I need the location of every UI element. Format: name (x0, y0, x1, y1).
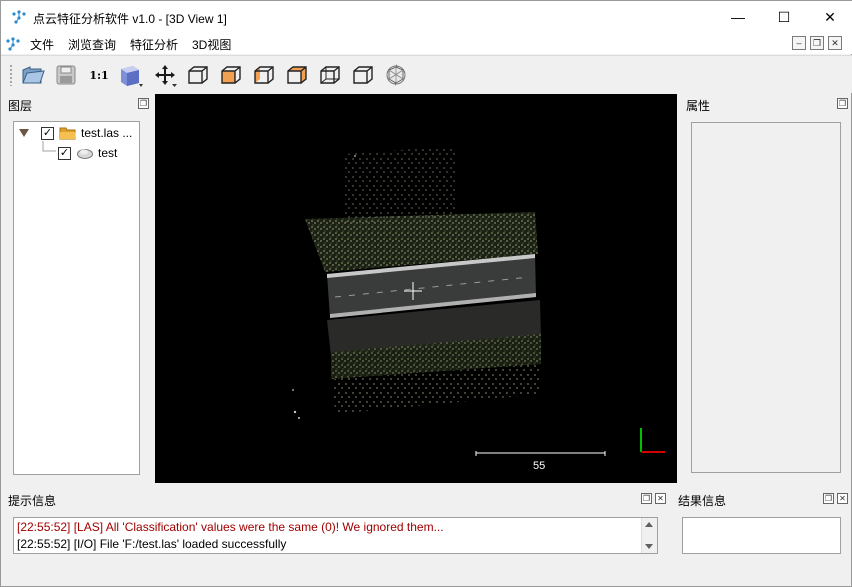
folder-open-icon (22, 66, 45, 84)
pan-button[interactable] (151, 61, 179, 89)
view-right-button[interactable] (283, 61, 311, 89)
zoom-1-1-button[interactable]: 1:1 (85, 61, 113, 89)
console-log: [22:55:52] [LAS] All 'Classification' va… (13, 517, 658, 554)
folder-icon (59, 127, 76, 140)
point-cloud (292, 146, 665, 456)
cube-view-icon (353, 66, 373, 84)
console-dock-title: 提示信息 (8, 494, 57, 508)
collapse-triangle-icon[interactable] (18, 128, 30, 138)
layer-checkbox[interactable]: ✓ (41, 126, 54, 140)
console-close-button[interactable]: ✕ (655, 493, 666, 504)
open-button[interactable] (19, 61, 47, 89)
cube-view-icon (254, 66, 274, 84)
mdi-minimize-button[interactable]: – (792, 36, 806, 50)
cube-view-icon (188, 66, 208, 84)
main-window: 点云特征分析软件 v1.0 - [3D View 1] — ☐ ✕ 文件 浏览查… (0, 0, 852, 587)
console-scrollbar[interactable] (641, 518, 657, 553)
toolbar-grip[interactable] (9, 64, 13, 86)
scale-bar-label: 55 (533, 460, 546, 472)
scroll-up-arrow-icon[interactable] (645, 522, 653, 527)
view-front-button[interactable] (184, 61, 212, 89)
minimize-button[interactable]: — (715, 1, 761, 33)
scale-bar (475, 451, 606, 456)
mdi-close-button[interactable]: ✕ (828, 36, 842, 50)
properties-float-button[interactable]: ❐ (837, 98, 848, 109)
cloud-icon (77, 149, 93, 159)
axis-gizmo (640, 428, 665, 453)
tree-item-label: test.las ... (81, 126, 133, 140)
close-button[interactable]: ✕ (807, 1, 852, 33)
cube-view-icon (320, 66, 340, 84)
results-panel (682, 517, 841, 554)
menu-feature-analysis[interactable]: 特征分析 (130, 36, 178, 53)
results-close-button[interactable]: ✕ (837, 493, 848, 504)
rotate-button[interactable] (382, 61, 410, 89)
app-logo-icon (12, 10, 26, 24)
window-title: 点云特征分析软件 v1.0 - [3D View 1] (33, 12, 227, 26)
console-float-button[interactable]: ❐ (641, 493, 652, 504)
cube-view-icon (287, 66, 307, 84)
layers-dock-title: 图层 (8, 99, 33, 113)
mdi-restore-button[interactable]: ❐ (810, 36, 824, 50)
menu-browse-query[interactable]: 浏览查询 (68, 36, 116, 53)
results-float-button[interactable]: ❐ (823, 493, 834, 504)
save-button[interactable] (52, 61, 80, 89)
menu-file[interactable]: 文件 (30, 36, 54, 53)
results-dock-title: 结果信息 (678, 494, 727, 508)
properties-dock-title: 属性 (686, 99, 711, 113)
view-bottom-button[interactable] (349, 61, 377, 89)
tree-item-label: test (98, 146, 118, 160)
layers-tree: ✓ test.las ... ✓ test (13, 121, 140, 475)
tree-connector (42, 141, 56, 152)
menu-3d-view[interactable]: 3D视图 (192, 36, 231, 53)
view-mode-button[interactable] (117, 61, 145, 89)
layers-float-button[interactable]: ❐ (138, 98, 149, 109)
save-icon (56, 65, 76, 85)
cube-shaded-icon (121, 66, 143, 87)
properties-panel (691, 122, 841, 473)
view-back-button[interactable] (217, 61, 245, 89)
rotate-icon (386, 64, 406, 86)
move-cross-icon (155, 65, 177, 87)
log-line: [22:55:52] [LAS] All 'Classification' va… (17, 520, 444, 534)
3d-view-canvas[interactable]: 55 (155, 94, 677, 483)
scroll-down-arrow-icon[interactable] (645, 544, 653, 549)
tree-item-test-las[interactable]: ✓ test.las ... (18, 125, 132, 141)
tree-item-test[interactable]: ✓ test (58, 145, 117, 161)
maximize-button[interactable]: ☐ (761, 1, 807, 33)
menu-bar: 文件 浏览查询 特征分析 3D视图 – ❐ ✕ (1, 33, 852, 54)
app-logo-icon (6, 37, 20, 51)
cube-view-icon (221, 66, 241, 84)
main-toolbar: 1:1 (1, 55, 852, 93)
view-top-button[interactable] (316, 61, 344, 89)
layer-checkbox[interactable]: ✓ (58, 146, 71, 160)
view-left-button[interactable] (250, 61, 278, 89)
title-bar: 点云特征分析软件 v1.0 - [3D View 1] — ☐ ✕ (1, 1, 852, 33)
log-line: [22:55:52] [I/O] File 'F:/test.las' load… (17, 537, 287, 551)
